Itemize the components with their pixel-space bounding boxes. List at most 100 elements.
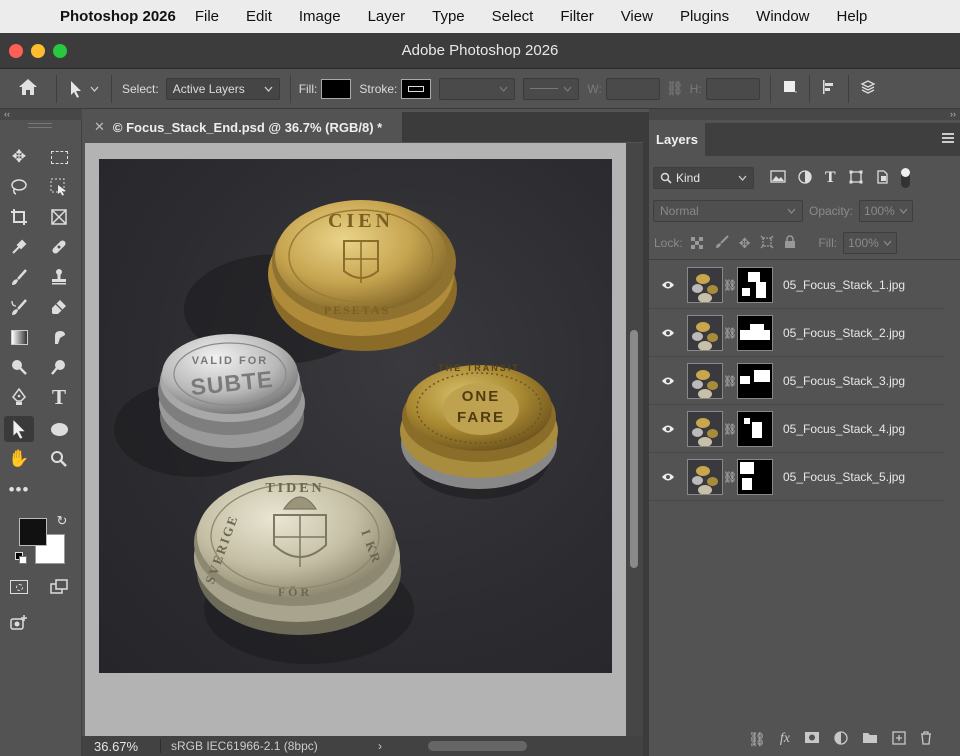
type-layer-filter-icon[interactable]: T xyxy=(825,169,836,187)
path-arrangement-icon[interactable] xyxy=(849,78,887,99)
document-tab[interactable]: ✕ © Focus_Stack_End.psd @ 36.7% (RGB/8) … xyxy=(82,112,402,142)
path-selection-tool-icon[interactable] xyxy=(4,416,34,442)
filter-kind-dropdown[interactable]: Kind xyxy=(653,167,754,189)
zoom-tool-icon[interactable] xyxy=(44,446,74,472)
menu-plugins[interactable]: Plugins xyxy=(680,8,729,25)
horizontal-scrollbar-thumb[interactable] xyxy=(428,741,527,751)
object-selection-tool-icon[interactable] xyxy=(44,174,74,200)
lock-transparent-pixels-icon[interactable] xyxy=(690,237,703,249)
brush-tool-icon[interactable] xyxy=(4,264,34,290)
mask-link-icon[interactable]: ⛓ xyxy=(723,327,737,340)
layer-name[interactable]: 05_Focus_Stack_4.jpg xyxy=(783,422,905,436)
fill-color-swatch[interactable] xyxy=(321,78,352,99)
new-adjustment-layer-icon[interactable] xyxy=(834,730,848,748)
layer-name[interactable]: 05_Focus_Stack_3.jpg xyxy=(783,374,905,388)
minimize-window-button[interactable] xyxy=(31,44,45,58)
add-mask-icon[interactable] xyxy=(804,731,820,747)
zoom-window-button[interactable] xyxy=(53,44,67,58)
gradient-tool-icon[interactable] xyxy=(4,324,34,350)
menu-edit[interactable]: Edit xyxy=(246,8,272,25)
filter-toggle-switch[interactable] xyxy=(900,168,910,188)
edit-toolbar-icon[interactable] xyxy=(4,610,34,636)
mask-link-icon[interactable]: ⛓ xyxy=(723,423,737,436)
move-tool-icon[interactable]: ✥ xyxy=(4,144,34,170)
layer-row[interactable]: ⛓ 05_Focus_Stack_3.jpg xyxy=(649,358,944,405)
link-icon[interactable]: ⛓ xyxy=(666,80,684,97)
visibility-eye-icon[interactable] xyxy=(649,469,687,485)
app-menu[interactable]: Photoshop 2026 xyxy=(60,8,176,25)
mask-link-icon[interactable]: ⛓ xyxy=(723,279,737,292)
tool-preset-picker[interactable] xyxy=(57,80,111,98)
menu-type[interactable]: Type xyxy=(432,8,465,25)
scrollbar-thumb[interactable] xyxy=(630,330,638,568)
lock-image-pixels-icon[interactable] xyxy=(715,234,729,252)
lock-all-icon[interactable] xyxy=(784,234,796,252)
toolbar-collapse-strip[interactable]: ‹‹ xyxy=(0,109,82,120)
adjustment-layer-filter-icon[interactable] xyxy=(798,169,812,187)
type-tool-icon[interactable]: T xyxy=(44,384,74,410)
quick-mask-icon[interactable] xyxy=(4,574,34,600)
path-alignment-icon[interactable] xyxy=(810,79,848,98)
mask-link-icon[interactable]: ⛓ xyxy=(723,471,737,484)
pen-tool-icon[interactable] xyxy=(4,384,34,410)
layer-row[interactable]: ⛓ 05_Focus_Stack_4.jpg xyxy=(649,406,944,453)
menu-view[interactable]: View xyxy=(621,8,653,25)
foreground-color-swatch[interactable] xyxy=(19,518,47,546)
layer-mask-thumbnail[interactable] xyxy=(737,459,773,495)
swap-colors-icon[interactable]: ↻ xyxy=(53,512,71,530)
dodge-tool-icon[interactable] xyxy=(4,354,34,380)
stroke-color-swatch[interactable] xyxy=(401,78,432,99)
prevent-autonest-icon[interactable] xyxy=(760,235,774,252)
menu-help[interactable]: Help xyxy=(837,8,868,25)
pixel-layer-filter-icon[interactable] xyxy=(770,170,786,186)
history-brush-tool-icon[interactable] xyxy=(4,294,34,320)
marquee-tool-icon[interactable] xyxy=(44,144,74,170)
stroke-width-field[interactable] xyxy=(439,77,516,100)
lock-position-icon[interactable]: ✥ xyxy=(739,235,751,252)
canvas-area[interactable]: CIEN PESETAS VALID FOR SUBTE ONE FARE TH… xyxy=(85,143,626,736)
layer-row[interactable]: ⛓ 05_Focus_Stack_1.jpg xyxy=(649,262,944,309)
toolbar-grip[interactable] xyxy=(28,123,52,128)
default-colors-icon[interactable] xyxy=(15,552,27,564)
color-profile-info[interactable]: sRGB IEC61966-2.1 (8bpc) xyxy=(160,739,360,753)
hand-tool-icon[interactable]: ✋ xyxy=(4,446,34,472)
clone-stamp-tool-icon[interactable] xyxy=(44,264,74,290)
zoom-blur-tool-icon[interactable] xyxy=(44,354,74,380)
close-tab-icon[interactable]: ✕ xyxy=(94,119,105,135)
zoom-level[interactable]: 36.67% xyxy=(82,739,160,754)
layer-mask-thumbnail[interactable] xyxy=(737,363,773,399)
more-tools-icon[interactable]: ••• xyxy=(4,477,34,503)
visibility-eye-icon[interactable] xyxy=(649,373,687,389)
width-field[interactable] xyxy=(605,77,660,100)
frame-tool-icon[interactable] xyxy=(44,204,74,230)
panel-menu-icon[interactable] xyxy=(942,133,954,143)
select-dropdown[interactable]: Active Layers xyxy=(165,77,280,100)
layer-mask-thumbnail[interactable] xyxy=(737,411,773,447)
smudge-tool-icon[interactable] xyxy=(44,324,74,350)
layer-row[interactable]: ⛓ 05_Focus_Stack_5.jpg xyxy=(649,454,944,501)
menu-image[interactable]: Image xyxy=(299,8,341,25)
mask-link-icon[interactable]: ⛓ xyxy=(723,375,737,388)
new-layer-icon[interactable] xyxy=(892,730,906,748)
shape-layer-filter-icon[interactable] xyxy=(849,170,863,187)
menu-window[interactable]: Window xyxy=(756,8,809,25)
panel-collapse-strip[interactable]: ›› xyxy=(649,109,960,120)
menu-file[interactable]: File xyxy=(195,8,219,25)
crop-tool-icon[interactable] xyxy=(4,204,34,230)
menu-filter[interactable]: Filter xyxy=(560,8,593,25)
layer-name[interactable]: 05_Focus_Stack_5.jpg xyxy=(783,470,905,484)
screen-mode-icon[interactable] xyxy=(44,574,74,600)
menu-select[interactable]: Select xyxy=(492,8,534,25)
spot-healing-tool-icon[interactable] xyxy=(44,234,74,260)
opacity-field[interactable]: 100% xyxy=(859,200,914,222)
new-group-folder-icon[interactable] xyxy=(862,731,878,747)
layer-style-fx-icon[interactable]: fx xyxy=(780,731,790,747)
document-canvas-image[interactable]: CIEN PESETAS VALID FOR SUBTE ONE FARE TH… xyxy=(99,159,612,673)
smart-object-filter-icon[interactable] xyxy=(876,169,889,187)
lasso-tool-icon[interactable] xyxy=(4,174,34,200)
layer-row[interactable]: ⛓ 05_Focus_Stack_2.jpg xyxy=(649,310,944,357)
home-icon[interactable] xyxy=(0,78,56,99)
eraser-tool-icon[interactable] xyxy=(44,294,74,320)
close-window-button[interactable] xyxy=(9,44,23,58)
layer-mask-thumbnail[interactable] xyxy=(737,267,773,303)
